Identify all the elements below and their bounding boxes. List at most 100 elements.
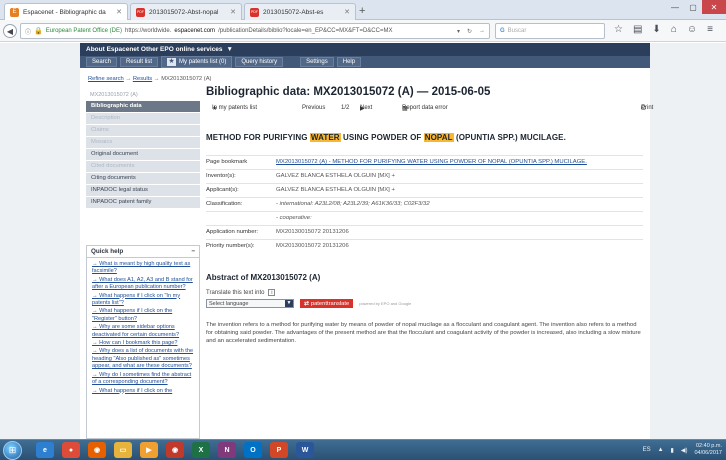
language-indicator[interactable]: ES: [643, 447, 651, 453]
close-tab-icon[interactable]: ✕: [116, 8, 122, 16]
sidebar-item-citing-documents[interactable]: Citing documents: [86, 173, 200, 184]
menu-settings[interactable]: Settings: [300, 57, 334, 67]
search-placeholder: Buscar: [507, 28, 527, 34]
field-priority-numbers: Priority number(s): MX20130015072 201312…: [206, 239, 643, 253]
search-box[interactable]: G Buscar: [495, 23, 605, 39]
powerpoint-taskbar-icon[interactable]: P: [270, 442, 288, 458]
new-tab-button[interactable]: +: [359, 5, 365, 17]
info-icon[interactable]: ⓘ: [25, 27, 31, 36]
patenttranslate-button[interactable]: ⇄ patenttranslate: [300, 299, 354, 308]
close-tab-icon[interactable]: ✕: [230, 8, 236, 16]
network-icon[interactable]: ▮: [671, 447, 674, 454]
reading-list-icon[interactable]: ▤: [633, 24, 642, 35]
tab-abst-es[interactable]: PDF 2013015072-Abst-es ✕: [244, 3, 356, 20]
patenttranslate-icon: ⇄: [304, 300, 309, 307]
close-window-button[interactable]: ✕: [702, 0, 726, 14]
help-link[interactable]: What does A1, A2, A3 and B stand for aft…: [92, 277, 194, 292]
classification-international-value[interactable]: - international: A23L2/08; A23L2/39; A61…: [276, 201, 643, 207]
quick-help-header: Quick help −: [87, 246, 199, 258]
onenote-taskbar-icon[interactable]: N: [218, 442, 236, 458]
sidebar-item-inpadoc-legal-status[interactable]: INPADOC legal status: [86, 185, 200, 196]
tab-abst-nopal[interactable]: PDF 2013015072-Abst-nopal ✕: [130, 3, 242, 20]
tab-title: 2013015072-Abst-nopal: [149, 8, 219, 16]
field-classification-cooperative: - cooperative:: [206, 211, 643, 225]
word-taskbar-icon[interactable]: W: [296, 442, 314, 458]
dropdown-arrow-icon[interactable]: ▾: [457, 28, 460, 35]
close-tab-icon[interactable]: ✕: [344, 8, 350, 16]
field-label: Classification:: [206, 201, 243, 207]
espacenet-favicon-icon: E: [10, 7, 19, 17]
menu-icon[interactable]: ≡: [707, 24, 713, 35]
help-link[interactable]: Why does a list of documents with the he…: [92, 348, 194, 370]
volume-icon[interactable]: ◀): [681, 447, 688, 454]
inventor-value[interactable]: GÁLVEZ BLANCA ESTHELA OLGUÍN [MX] +: [276, 173, 643, 179]
bookmark-star-icon[interactable]: ☆: [614, 24, 623, 35]
help-link[interactable]: How can I bookmark this page?: [92, 340, 194, 347]
print-label: Print: [641, 105, 654, 111]
tab-title: 2013015072-Abst-es: [263, 8, 324, 16]
field-classification-international: Classification: - international: A23L2/0…: [206, 197, 643, 211]
tab-espacenet[interactable]: E Espacenet - Bibliographic da ✕: [4, 3, 128, 20]
pager-count: 1/2: [341, 105, 350, 111]
firefox-active-taskbar-icon[interactable]: ◉: [166, 442, 184, 458]
breadcrumb: Refine search → Results → MX2013015072 (…: [88, 76, 212, 82]
site-identity: European Patent Office (DE): [45, 28, 122, 34]
forward-icon[interactable]: →: [479, 28, 485, 35]
previous-link[interactable]: Previous: [302, 105, 325, 111]
help-link[interactable]: Why are some sidebar options deactivated…: [92, 324, 194, 339]
minimize-button[interactable]: —: [666, 0, 684, 14]
pocket-icon[interactable]: ☺: [687, 24, 697, 35]
field-label: Inventor(s):: [206, 173, 236, 179]
help-link[interactable]: What happens if I click on the "Register…: [92, 308, 194, 323]
menu-my-patents-list[interactable]: ★ My patents list (0): [161, 56, 233, 68]
bibliographic-fields: Page bookmark MX2013015072 (A) - METHOD …: [206, 155, 643, 253]
top-menu[interactable]: About Espacenet Other EPO online service…: [86, 46, 223, 53]
star-icon: ★: [167, 58, 177, 66]
page-title: Bibliographic data: MX2013015072 (A) — 2…: [206, 86, 491, 98]
ie-taskbar-icon[interactable]: e: [36, 442, 54, 458]
menu-help[interactable]: Help: [336, 57, 362, 67]
help-link[interactable]: What is meant by high quality text as fa…: [92, 261, 194, 276]
firefox-taskbar-icon[interactable]: ◉: [88, 442, 106, 458]
file-explorer-taskbar-icon[interactable]: ▭: [114, 442, 132, 458]
reload-icon[interactable]: ↻: [467, 28, 472, 35]
help-link[interactable]: Why do I sometimes find the abstract of …: [92, 372, 194, 387]
sidebar-item-original-document[interactable]: Original document: [86, 149, 200, 160]
maximize-button[interactable]: ▢: [684, 0, 702, 14]
download-icon[interactable]: ⬇: [652, 24, 660, 35]
start-button[interactable]: ⊞: [3, 441, 22, 460]
breadcrumb-refine-search[interactable]: Refine search: [88, 76, 124, 82]
sidebar-heading: MX2013015072 (A): [90, 92, 138, 98]
windows-taskbar: ⊞ e ● ◉ ▭ ▶ ◉ X N O P W ES ▲ ▮ ◀) 02:40 …: [0, 439, 726, 460]
menu-result-list[interactable]: Result list: [120, 57, 159, 67]
breadcrumb-results[interactable]: Results: [133, 76, 152, 82]
chrome-taskbar-icon[interactable]: ●: [62, 442, 80, 458]
clock[interactable]: 02:40 p.m. 04/06/2017: [694, 443, 722, 457]
language-select[interactable]: Select language ▼: [206, 299, 294, 308]
excel-taskbar-icon[interactable]: X: [192, 442, 210, 458]
sidebar-item-mosaics: Mosaics: [86, 137, 200, 148]
menu-query-history[interactable]: Query history: [235, 57, 284, 67]
help-link[interactable]: What happens if I click on "In my patent…: [92, 293, 194, 308]
address-bar[interactable]: ⓘ 🔒 European Patent Office (DE) https://…: [20, 23, 490, 39]
page-bookmark-link[interactable]: MX2013015072 (A) - METHOD FOR PURIFYING …: [276, 159, 643, 165]
title-text: METHOD FOR PURIFYING: [206, 133, 310, 142]
home-icon[interactable]: ⌂: [671, 24, 677, 35]
show-hidden-icons[interactable]: ▲: [658, 447, 664, 453]
outlook-taskbar-icon[interactable]: O: [244, 442, 262, 458]
applicant-value[interactable]: GÁLVEZ BLANCA ESTHELA OLGUÍN [MX] +: [276, 187, 643, 193]
field-label: Application number:: [206, 229, 259, 235]
google-icon: G: [500, 28, 505, 34]
back-button[interactable]: ◀: [3, 24, 17, 38]
help-link[interactable]: What happens if I click on the: [92, 388, 194, 395]
chevron-down-icon[interactable]: ▼: [227, 46, 233, 53]
help-icon[interactable]: i: [268, 289, 276, 296]
collapse-button[interactable]: −: [191, 248, 195, 255]
arrow-icon: →: [125, 76, 133, 82]
sidebar-item-bibliographic-data[interactable]: Bibliographic data: [86, 101, 200, 112]
abstract-text: The invention refers to a method for pur…: [206, 322, 641, 344]
sidebar-item-inpadoc-patent-family[interactable]: INPADOC patent family: [86, 197, 200, 208]
media-player-taskbar-icon[interactable]: ▶: [140, 442, 158, 458]
top-menu-bar: About Espacenet Other EPO online service…: [80, 43, 650, 56]
menu-search[interactable]: Search: [86, 57, 118, 67]
